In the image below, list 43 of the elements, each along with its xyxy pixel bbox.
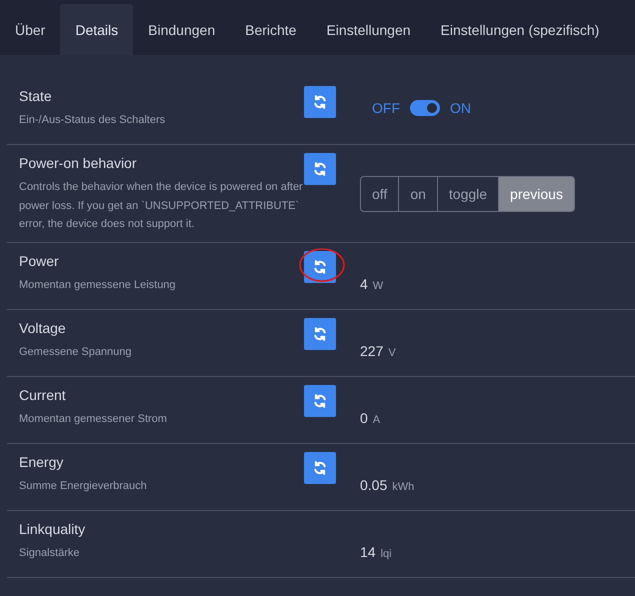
property-name: Current [19,387,67,404]
refresh-icon [313,461,327,476]
refresh-button[interactable] [304,452,336,484]
refresh-button[interactable] [304,86,336,118]
property-description: Gemessene Spannung [19,345,133,360]
refresh-button[interactable] [304,153,336,185]
toggle-switch[interactable] [410,100,440,116]
option-button[interactable]: off [361,177,398,211]
value-text: 0 [360,410,368,426]
refresh-icon [313,162,327,176]
property-name: Voltage [19,320,67,336]
property-name: Power [19,253,60,270]
tab[interactable]: Details [60,4,134,55]
value-text: 4 [360,276,368,292]
refresh-button[interactable] [304,251,336,284]
refresh-icon [313,95,327,109]
refresh-icon [313,260,327,274]
property-name: Energy [19,454,64,470]
refresh-button[interactable] [304,385,336,418]
value-text: 227 [360,343,384,360]
unit-text: V [388,346,396,359]
unit-text: lqi [380,548,392,560]
off-label: OFF [372,100,400,116]
property-name: State [19,88,53,104]
property-description: Momentan gemessene Leistung [19,278,177,294]
property-description: Controls the behavior when the device is powered on after power loss. If you get an `UNSUPPORTED_ATTRIBUTE` error, the device does not support it. [19,180,304,232]
refresh-icon [313,327,327,342]
unit-text: kWh [392,480,414,493]
refresh-icon [313,394,327,408]
property-description: Ein-/Aus-Status des Schalters [19,113,166,128]
property-description: Signalstärke [19,546,81,562]
value-text: 0.05 [360,477,388,494]
option-button[interactable]: on [398,177,437,211]
property-name: Linkquality [19,521,86,538]
value-text: 14 [360,544,376,560]
unit-text: W [372,280,384,292]
unit-text: A [372,414,380,426]
refresh-button[interactable] [304,318,336,350]
property-description: Momentan gemessener Strom [19,412,168,428]
property-name: Power-on behavior [19,155,138,171]
property-description: Summe Energieverbrauch [19,479,148,494]
on-label: ON [450,100,471,116]
option-button[interactable]: previous [498,177,574,211]
